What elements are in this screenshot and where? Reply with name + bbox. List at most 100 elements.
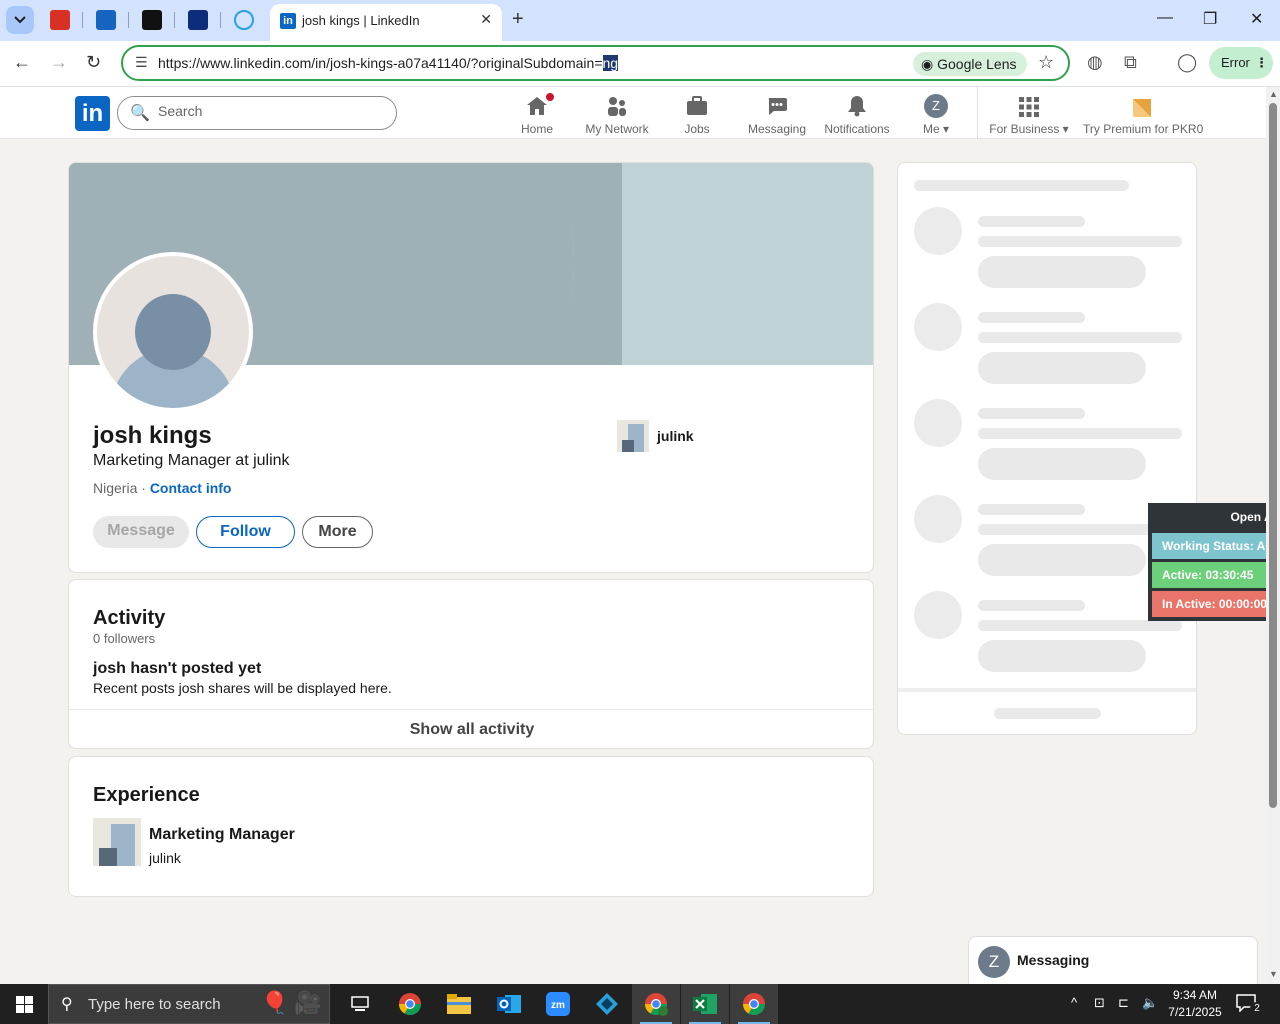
search-box[interactable]: 🔍 xyxy=(117,96,397,130)
activity-title: Activity xyxy=(93,607,166,629)
nav-for-business[interactable]: For Business ▾ xyxy=(987,92,1071,136)
follow-button[interactable]: Follow xyxy=(196,516,295,548)
google-lens-button[interactable]: ◉ Google Lens xyxy=(913,52,1027,76)
close-tab-icon[interactable]: ✕ xyxy=(480,11,492,28)
camera-icon: 🎥 xyxy=(294,990,322,1015)
globe-icon[interactable]: ◍ xyxy=(1087,52,1103,73)
search-input[interactable] xyxy=(158,103,378,119)
experience-card: Experience Marketing Manager julink xyxy=(68,756,874,897)
nav-home[interactable]: Home xyxy=(497,91,577,136)
profile-headline: Marketing Manager at julink xyxy=(93,452,290,469)
time-tracker-widget[interactable]: Open Ap Working Status: Activ Active: 03… xyxy=(1148,503,1280,621)
back-arrow-icon[interactable]: ← xyxy=(13,52,31,73)
avatar: Z xyxy=(924,94,948,118)
search-icon: 🔍 xyxy=(130,105,150,122)
empty-activity-text: Recent posts josh shares will be display… xyxy=(93,680,392,696)
people-icon xyxy=(608,97,626,116)
start-button[interactable] xyxy=(0,984,48,1024)
taskbar-search[interactable]: ⚲ 🎈 🎥 xyxy=(48,984,330,1024)
pinned-tab-copyright[interactable] xyxy=(234,10,254,30)
tab-title: josh kings | LinkedIn xyxy=(302,13,420,28)
new-tab-icon[interactable]: + xyxy=(512,8,524,31)
excel-icon[interactable] xyxy=(681,984,729,1024)
kebab-menu-icon: ⋮ xyxy=(1255,55,1268,70)
profile-location: Nigeria · Contact info xyxy=(93,480,232,496)
chat-icon xyxy=(768,98,787,115)
nav-me[interactable]: Z Me ▾ xyxy=(896,92,976,136)
pinned-tab-amazon[interactable] xyxy=(142,10,162,30)
grid-icon xyxy=(1019,97,1039,117)
pinned-tab-express[interactable] xyxy=(50,10,70,30)
tab-search-button[interactable] xyxy=(6,6,34,34)
nav-my-network[interactable]: My Network xyxy=(577,92,657,136)
experience-title: Experience xyxy=(93,784,200,806)
bell-icon xyxy=(848,96,866,117)
premium-icon xyxy=(1133,99,1151,117)
windows-taskbar: ⚲ 🎈 🎥 zm ^ ⊡ ⊏ 🔈 9:34 AM 7/21/2025 2 xyxy=(0,984,1280,1024)
message-button[interactable]: Message xyxy=(93,516,189,548)
lens-icon: ◉ xyxy=(921,56,934,72)
briefcase-icon xyxy=(687,96,707,115)
forward-arrow-icon[interactable]: → xyxy=(50,52,68,73)
current-company[interactable]: julink xyxy=(617,420,694,452)
chevron-down-icon xyxy=(14,16,26,24)
security-icon[interactable]: ⊡ xyxy=(1094,995,1105,1011)
url-text[interactable]: https://www.linkedin.com/in/josh-kings-a… xyxy=(158,55,619,71)
contact-info-link[interactable]: Contact info xyxy=(150,480,232,496)
search-icon: ⚲ xyxy=(61,996,73,1013)
show-all-activity-button[interactable]: Show all activity xyxy=(69,709,873,748)
minimize-icon[interactable]: — xyxy=(1157,9,1173,27)
error-button[interactable]: Error ⋮ xyxy=(1209,47,1273,79)
linkedin-global-nav: in 🔍 Home My Network Jobs Messaging Noti… xyxy=(0,87,1266,139)
chevron-up-icon[interactable]: ^ xyxy=(1071,995,1077,1010)
restore-icon[interactable]: ❐ xyxy=(1203,9,1217,29)
address-bar[interactable]: ☰ https://www.linkedin.com/in/josh-kings… xyxy=(121,45,1070,81)
nav-jobs[interactable]: Jobs xyxy=(657,92,737,136)
profile-icon[interactable]: ◯ xyxy=(1177,52,1197,73)
balloons-icon: 🎈 xyxy=(261,990,289,1015)
activity-card: Activity 0 followers josh hasn't posted … xyxy=(68,579,874,749)
bookmark-star-icon[interactable]: ☆ xyxy=(1038,52,1054,73)
linkedin-logo-icon[interactable]: in xyxy=(75,96,110,131)
pinned-tab-df[interactable] xyxy=(188,10,208,30)
scroll-down-icon[interactable]: ▼ xyxy=(1269,969,1278,979)
zoom-icon[interactable]: zm xyxy=(534,984,582,1024)
outlook-icon[interactable] xyxy=(485,984,533,1024)
messaging-title: Messaging xyxy=(1017,952,1090,968)
nav-messaging[interactable]: Messaging xyxy=(737,92,817,136)
open-app-button[interactable]: Open Ap xyxy=(1148,503,1280,531)
experience-company: julink xyxy=(149,850,181,866)
network-icon[interactable]: ⊏ xyxy=(1118,995,1129,1011)
site-settings-icon[interactable]: ☰ xyxy=(135,54,148,71)
company-logo[interactable] xyxy=(93,818,141,866)
active-tab[interactable]: in josh kings | LinkedIn ✕ xyxy=(270,4,502,41)
file-explorer-icon[interactable] xyxy=(435,984,483,1024)
avatar: Z xyxy=(978,946,1010,978)
reload-icon[interactable]: ↻ xyxy=(86,52,101,73)
profile-card: josh kings Marketing Manager at julink N… xyxy=(68,162,874,573)
notifications-center-icon[interactable]: 2 xyxy=(1236,994,1264,1016)
pinned-tab-app[interactable] xyxy=(96,10,116,30)
svg-text:zm: zm xyxy=(551,1000,565,1011)
task-view-icon[interactable] xyxy=(336,984,384,1024)
scroll-up-icon[interactable]: ▲ xyxy=(1269,89,1278,99)
extensions-icon[interactable]: ⧉ xyxy=(1124,52,1137,73)
close-window-icon[interactable]: ✕ xyxy=(1250,9,1263,29)
page-scrollbar[interactable]: ▲ ▼ xyxy=(1266,87,1280,984)
chrome-profile-icon[interactable] xyxy=(632,984,680,1024)
profile-photo[interactable] xyxy=(93,252,253,412)
windows-logo-icon xyxy=(15,995,33,1013)
nav-notifications[interactable]: Notifications xyxy=(817,92,897,136)
volume-icon[interactable]: 🔈 xyxy=(1142,995,1158,1011)
followers-count: 0 followers xyxy=(93,631,156,646)
taskbar-search-input[interactable] xyxy=(88,996,288,1013)
messaging-overlay[interactable]: Z Messaging xyxy=(968,936,1258,984)
nav-try-premium[interactable]: Try Premium for PKR0 xyxy=(1083,92,1203,136)
chrome-icon[interactable] xyxy=(386,984,434,1024)
notification-badge xyxy=(544,91,556,103)
more-button[interactable]: More xyxy=(302,516,373,548)
scrollbar-thumb[interactable] xyxy=(1269,103,1277,808)
chrome-second-icon[interactable] xyxy=(730,984,778,1024)
system-clock[interactable]: 9:34 AM 7/21/2025 xyxy=(1160,987,1230,1021)
app-diamond-icon[interactable] xyxy=(583,984,631,1024)
